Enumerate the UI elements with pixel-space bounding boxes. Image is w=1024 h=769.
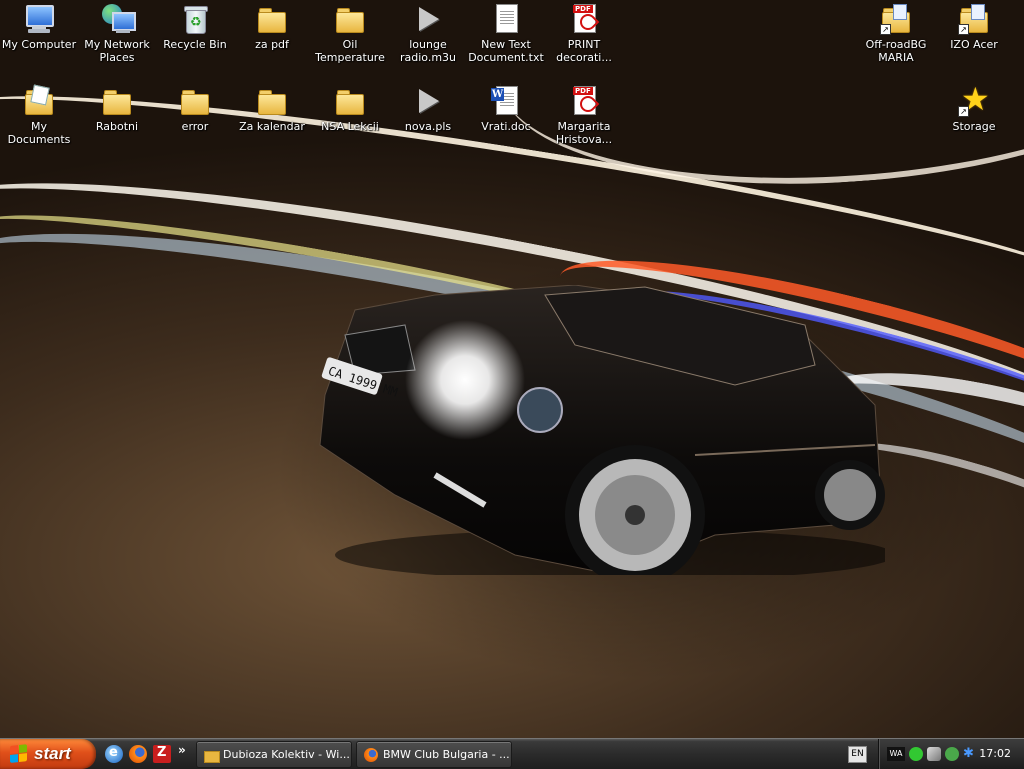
icon-label: lounge radio.m3u bbox=[399, 38, 457, 64]
task-button-dubioza-kolektiv[interactable]: Dubioza Kolektiv - Wi... bbox=[196, 741, 352, 768]
icon-label: Off-roadBG MARIA bbox=[865, 38, 927, 64]
folder-icon bbox=[178, 84, 212, 118]
desktop-icon-my-computer[interactable]: My Computer bbox=[0, 2, 78, 51]
folder-icon bbox=[255, 84, 289, 118]
task-label: BMW Club Bulgaria - ... bbox=[383, 748, 510, 761]
desktop-icon-margarita-hristova[interactable]: PDF Margarita Hristova... bbox=[545, 84, 623, 146]
firefox-icon bbox=[364, 747, 378, 762]
filezilla-icon[interactable]: Z bbox=[153, 745, 171, 763]
desktop-icon-nova-pls[interactable]: nova.pls bbox=[389, 84, 467, 133]
task-button-bmw-club-bulgaria[interactable]: BMW Club Bulgaria - ... bbox=[356, 741, 512, 768]
winamp-icon[interactable]: WA bbox=[887, 747, 905, 761]
icon-label: Oil Temperature bbox=[315, 38, 385, 64]
desktop-icon-izo-acer[interactable]: ↗ IZO Acer bbox=[935, 2, 1013, 51]
desktop-icon-za-kalendar[interactable]: Za kalendar bbox=[233, 84, 311, 133]
icon-label: IZO Acer bbox=[950, 38, 998, 51]
word-document-icon: W bbox=[489, 84, 523, 118]
text-document-icon bbox=[489, 2, 523, 36]
taskbar: start e Z » Dubioza Kolektiv - Wi... BMW… bbox=[0, 738, 1024, 769]
clock[interactable]: 17:02 bbox=[979, 747, 1011, 760]
desktop-icon-new-text-document[interactable]: New Text Document.txt bbox=[467, 2, 545, 64]
desktop-icon-off-roadbg-maria[interactable]: ↗ Off-roadBG MARIA bbox=[857, 2, 935, 64]
start-label: start bbox=[34, 744, 71, 763]
desktop-icon-rabotni[interactable]: Rabotni bbox=[78, 84, 156, 133]
quick-launch-overflow-button[interactable]: » bbox=[178, 743, 186, 757]
icon-label: PRINT decorati... bbox=[556, 38, 612, 64]
folder-icon bbox=[333, 84, 367, 118]
desktop-icon-vrati-doc[interactable]: W Vrati.doc bbox=[467, 84, 545, 133]
icon-label: Rabotni bbox=[95, 120, 139, 133]
desktop-icon-storage[interactable]: ★ ↗ Storage bbox=[935, 82, 1013, 133]
desktop-icon-za-pdf[interactable]: za pdf bbox=[233, 2, 311, 51]
icon-label: My Documents bbox=[7, 120, 71, 146]
icon-label: New Text Document.txt bbox=[468, 38, 544, 64]
internet-explorer-icon[interactable]: e bbox=[105, 745, 123, 763]
car-illustration: CA 1999 MM bbox=[319, 285, 885, 575]
sync-icon[interactable] bbox=[945, 747, 959, 761]
icon-label: Margarita Hristova... bbox=[555, 120, 613, 146]
pdf-icon: PDF bbox=[567, 84, 601, 118]
desktop-icon-lounge-radio[interactable]: lounge radio.m3u bbox=[389, 2, 467, 64]
security-shield-icon[interactable] bbox=[909, 747, 923, 761]
folder-icon bbox=[204, 748, 220, 763]
icon-label: My Computer bbox=[1, 38, 77, 51]
desktop-icon-nsa-lekcii[interactable]: NSA Lekcii bbox=[311, 84, 389, 133]
icon-label: za pdf bbox=[255, 38, 289, 51]
language-indicator[interactable]: EN bbox=[848, 746, 867, 763]
icon-label: Za kalendar bbox=[239, 120, 305, 133]
network-places-icon bbox=[100, 2, 136, 36]
task-label: Dubioza Kolektiv - Wi... bbox=[223, 748, 350, 761]
icon-label: Vrati.doc bbox=[481, 120, 531, 133]
star-shortcut-icon: ★ ↗ bbox=[957, 82, 991, 118]
media-playlist-icon bbox=[411, 84, 445, 118]
folder-icon bbox=[333, 2, 367, 36]
windows-logo-icon bbox=[10, 744, 28, 764]
network-icon[interactable] bbox=[927, 747, 941, 761]
my-documents-icon bbox=[22, 84, 56, 118]
firefox-icon[interactable] bbox=[129, 745, 147, 763]
shared-folder-shortcut-icon: ↗ bbox=[879, 2, 913, 36]
desktop-icon-network-places[interactable]: My Network Places bbox=[78, 2, 156, 64]
my-computer-icon bbox=[22, 2, 56, 36]
desktop-icon-oil-temperature[interactable]: Oil Temperature bbox=[311, 2, 389, 64]
system-tray: WA ✱ 17:02 bbox=[878, 739, 1024, 769]
desktop-icon-error[interactable]: error bbox=[156, 84, 234, 133]
shared-folder-shortcut-icon: ↗ bbox=[957, 2, 991, 36]
recycle-bin-icon: ♻ bbox=[178, 2, 212, 36]
folder-icon bbox=[255, 2, 289, 36]
media-playlist-icon bbox=[411, 2, 445, 36]
bluetooth-icon[interactable]: ✱ bbox=[963, 747, 977, 761]
pdf-icon: PDF bbox=[567, 2, 601, 36]
desktop-icon-recycle-bin[interactable]: ♻ Recycle Bin bbox=[156, 2, 234, 51]
start-button[interactable]: start bbox=[0, 739, 96, 769]
icon-label: nova.pls bbox=[404, 120, 452, 133]
icon-label: NSA Lekcii bbox=[321, 120, 379, 133]
icon-label: error bbox=[181, 120, 209, 133]
icon-label: Recycle Bin bbox=[163, 38, 227, 51]
folder-icon bbox=[100, 84, 134, 118]
desktop-icon-my-documents[interactable]: My Documents bbox=[0, 84, 78, 146]
icon-label: My Network Places bbox=[84, 38, 150, 64]
icon-label: Storage bbox=[952, 120, 996, 133]
desktop-icon-print-decorati[interactable]: PDF PRINT decorati... bbox=[545, 2, 623, 64]
